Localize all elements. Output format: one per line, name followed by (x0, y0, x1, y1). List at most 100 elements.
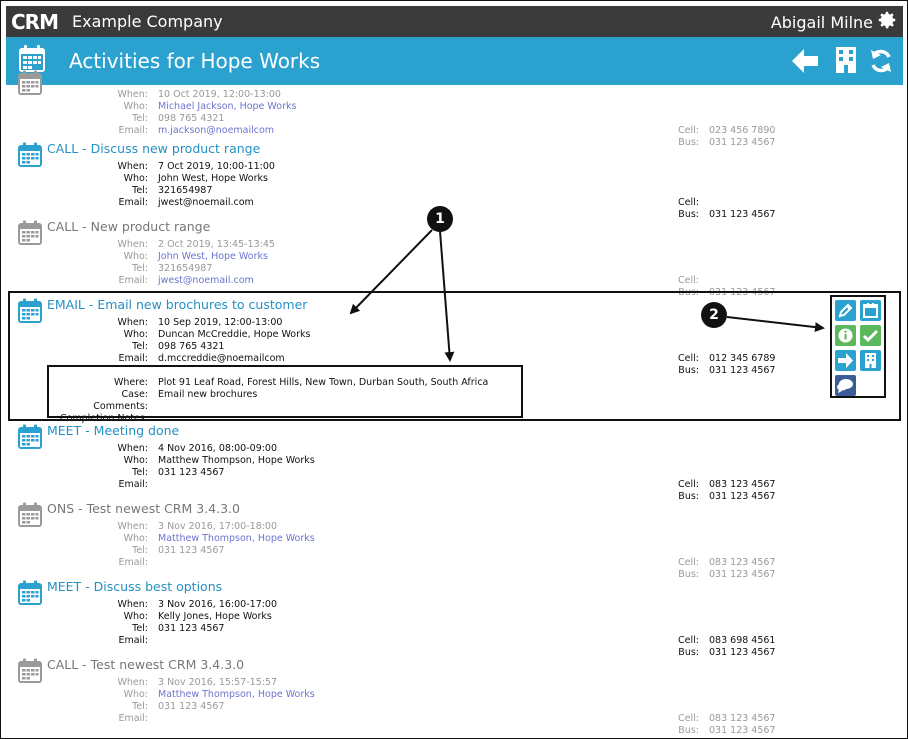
email-value[interactable]: jwest@noemail.com (158, 275, 254, 286)
cell-label: Cell: (678, 275, 699, 286)
back-arrow-icon[interactable] (791, 48, 819, 74)
bus-value: 031 123 4567 (709, 725, 776, 736)
email-label: Email: (118, 125, 148, 136)
top-bar: CRM Example Company Abigail Milne (6, 6, 903, 37)
when-value: 2 Oct 2019, 13:45-13:45 (158, 239, 275, 250)
cell-value: 083 123 4567 (709, 479, 776, 490)
cell-label: Cell: (678, 557, 699, 568)
bus-label: Bus: (678, 137, 699, 148)
bus-label: Bus: (678, 491, 699, 502)
cell-value: 083 123 4567 (709, 713, 776, 724)
email-value[interactable]: m.jackson@noemailcom (158, 125, 274, 136)
cell-value: 023 456 7890 (709, 125, 776, 136)
who-value[interactable]: Matthew Thompson, Hope Works (158, 689, 315, 700)
cell-label: Cell: (678, 479, 699, 490)
app-window: CRM Example Company Abigail Milne Activi… (0, 0, 908, 739)
activity-title[interactable]: CALL - Discuss new product range (47, 141, 260, 156)
activity-title[interactable]: ONS - Test newest CRM 3.4.3.0 (47, 501, 240, 516)
email-label: Email: (118, 275, 148, 286)
tel-label: Tel: (132, 701, 148, 712)
bus-label: Bus: (678, 209, 699, 220)
page-title: Activities for Hope Works (69, 49, 321, 73)
email-label: Email: (118, 197, 148, 208)
activity-title[interactable]: MEET - Discuss best options (47, 579, 222, 594)
bus-value: 031 123 4567 (709, 491, 776, 502)
building-icon[interactable] (835, 46, 857, 74)
tel-value: 098 765 4321 (158, 113, 225, 124)
when-value: 3 Nov 2016, 16:00-17:00 (158, 599, 278, 610)
check-icon[interactable] (860, 325, 881, 346)
when-label: When: (117, 599, 148, 610)
callout-1: 1 (427, 206, 453, 232)
tel-value: 321654987 (158, 263, 213, 274)
who-label: Who: (123, 533, 148, 544)
email-value[interactable]: jwest@noemail.com (158, 197, 254, 208)
tel-value: 321654987 (158, 185, 213, 196)
comment-icon[interactable] (835, 375, 856, 396)
tel-value: 031 123 4567 (158, 701, 225, 712)
activity-title[interactable]: CALL - Test newest CRM 3.4.3.0 (47, 657, 244, 672)
details-highlight-box (47, 365, 523, 418)
when-value: 7 Oct 2019, 10:00-11:00 (158, 161, 275, 172)
email-label: Email: (118, 557, 148, 568)
page-header: Activities for Hope Works (6, 37, 903, 85)
when-value: 3 Nov 2016, 15:57-15:57 (158, 677, 278, 688)
bus-value: 031 123 4567 (709, 137, 776, 148)
when-label: When: (117, 443, 148, 454)
logo-text: CRM (11, 10, 59, 34)
forward-arrow-icon[interactable] (835, 350, 856, 371)
cell-label: Cell: (678, 125, 699, 136)
bus-label: Bus: (678, 569, 699, 580)
crm-logo[interactable]: CRM (11, 10, 59, 34)
tel-value: 031 123 4567 (158, 545, 225, 556)
who-label: Who: (123, 173, 148, 184)
calendar-icon[interactable] (860, 300, 881, 321)
cell-value: 083 698 4561 (709, 635, 776, 646)
tel-value: 031 123 4567 (158, 467, 225, 478)
company-name: Example Company (72, 12, 223, 31)
tel-label: Tel: (132, 467, 148, 478)
when-value: 4 Nov 2016, 08:00-09:00 (158, 443, 278, 454)
callout-2: 2 (701, 302, 727, 328)
who-value[interactable]: John West, Hope Works (158, 251, 268, 262)
who-label: Who: (123, 101, 148, 112)
email-label: Email: (118, 479, 148, 490)
when-value: 3 Nov 2016, 17:00-18:00 (158, 521, 278, 532)
email-label: Email: (118, 713, 148, 724)
tel-label: Tel: (132, 113, 148, 124)
when-label: When: (117, 161, 148, 172)
bus-value: 031 123 4567 (709, 209, 776, 220)
who-value[interactable]: John West, Hope Works (158, 173, 268, 184)
who-label: Who: (123, 611, 148, 622)
edit-icon[interactable] (835, 300, 856, 321)
who-value[interactable]: Matthew Thompson, Hope Works (158, 533, 315, 544)
bus-label: Bus: (678, 647, 699, 658)
activity-title[interactable]: MEET - Meeting done (47, 423, 179, 438)
email-label: Email: (118, 635, 148, 646)
who-value[interactable]: Michael Jackson, Hope Works (158, 101, 296, 112)
cell-label: Cell: (678, 197, 699, 208)
bus-value: 031 123 4567 (709, 647, 776, 658)
building-icon[interactable] (860, 350, 881, 371)
info-icon[interactable] (835, 325, 856, 346)
action-icon-panel (830, 295, 886, 398)
who-label: Who: (123, 689, 148, 700)
tel-label: Tel: (132, 545, 148, 556)
when-label: When: (117, 239, 148, 250)
cell-label: Cell: (678, 713, 699, 724)
who-value[interactable]: Matthew Thompson, Hope Works (158, 455, 315, 466)
cell-label: Cell: (678, 635, 699, 646)
tel-label: Tel: (132, 185, 148, 196)
when-value: 10 Oct 2019, 12:00-13:00 (158, 89, 281, 100)
tel-value: 031 123 4567 (158, 623, 225, 634)
user-name[interactable]: Abigail Milne (771, 13, 873, 32)
who-label: Who: (123, 455, 148, 466)
who-value[interactable]: Kelly Jones, Hope Works (158, 611, 272, 622)
when-label: When: (117, 89, 148, 100)
gear-icon[interactable] (876, 9, 898, 31)
tel-label: Tel: (132, 623, 148, 634)
bus-label: Bus: (678, 725, 699, 736)
activity-title[interactable]: CALL - New product range (47, 219, 210, 234)
refresh-icon[interactable] (868, 48, 894, 74)
tel-label: Tel: (132, 263, 148, 274)
